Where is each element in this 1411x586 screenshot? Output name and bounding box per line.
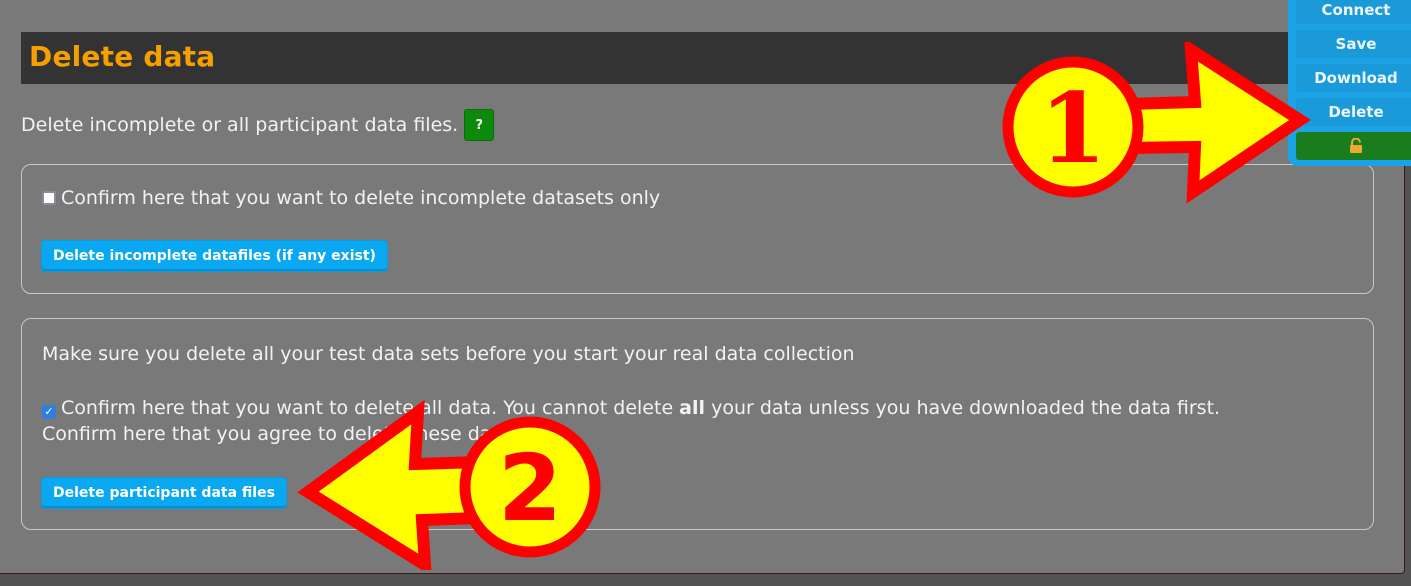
confirm-incomplete-label: Confirm here that you want to delete inc…: [61, 187, 661, 209]
test-data-note: Make sure you delete all your test data …: [42, 343, 855, 365]
annotation-2-arrow: 2: [297, 400, 601, 570]
page-title: Delete data: [29, 40, 216, 73]
confirm-all-label-bold: all: [679, 397, 706, 419]
annotation-2-arrow-shape: [297, 400, 486, 570]
unlocked-padlock-icon: [1350, 138, 1362, 153]
help-button[interactable]: ?: [464, 109, 495, 141]
confirm-incomplete-checkbox-row[interactable]: Confirm here that you want to delete inc…: [42, 187, 660, 209]
intro: Delete incomplete or all participant dat…: [21, 109, 495, 141]
confirm-all-checkbox[interactable]: ✓: [42, 405, 56, 419]
confirm-incomplete-checkbox[interactable]: [42, 191, 56, 205]
side-menu-connect[interactable]: Connect: [1296, 0, 1411, 24]
delete-all-panel: Make sure you delete all your test data …: [21, 318, 1374, 530]
confirm-all-label-post: your data unless you have downloaded the…: [705, 397, 1221, 419]
confirm-all-checkbox-row[interactable]: ✓ Confirm here that you want to delete al…: [42, 397, 1220, 419]
annotation-2-number: 2: [498, 435, 562, 542]
annotation-1-arrow: 1: [1002, 42, 1311, 204]
intro-text: Delete incomplete or all participant dat…: [21, 114, 459, 136]
delete-participant-files-button[interactable]: Delete participant data files: [42, 478, 286, 508]
delete-incomplete-button[interactable]: Delete incomplete datafiles (if any exis…: [42, 241, 387, 271]
annotation-1-number: 1: [1040, 72, 1107, 185]
annotation-1-arrow-shape: [1119, 42, 1311, 204]
